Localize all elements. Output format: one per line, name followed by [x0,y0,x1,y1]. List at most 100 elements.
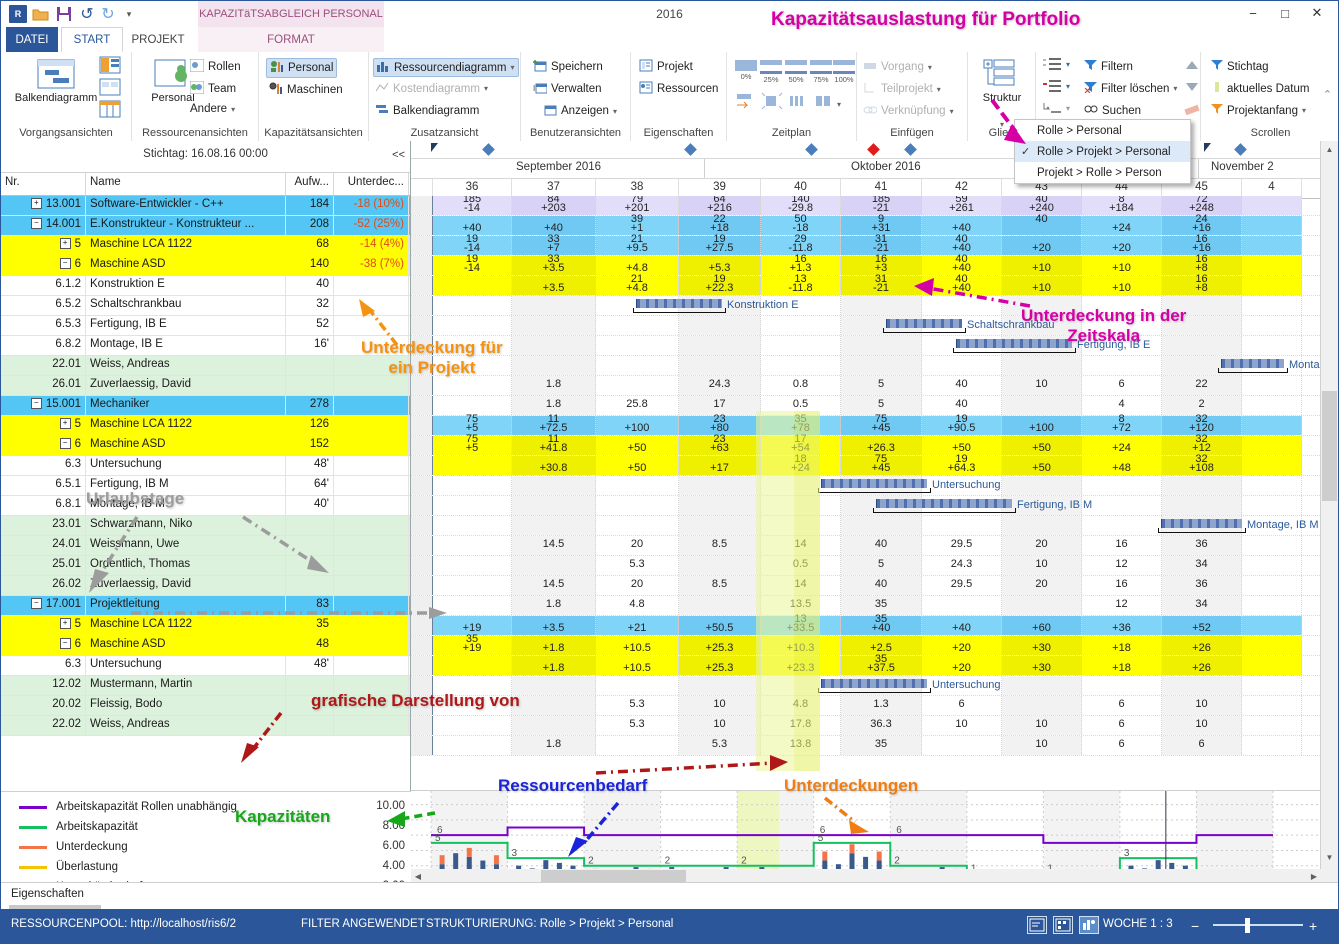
grid-cell[interactable]: 29.5 [922,576,1002,595]
grid-cell[interactable]: 35+40 [841,616,922,635]
grid-cell[interactable] [1242,716,1302,735]
grid-cell[interactable]: 8.5 [679,576,761,595]
expand-toggle-icon[interactable]: + [60,418,71,429]
grid-cell[interactable] [512,696,596,715]
table-row[interactable]: 26.01Zuverlaessig, David [1,376,410,396]
grid-cell[interactable] [761,496,841,515]
table-row[interactable]: +5Maschine LCA 1122126 [1,416,410,436]
grid-cell[interactable]: 8.5 [679,536,761,555]
grid-cell[interactable] [1162,676,1242,695]
grid-cell[interactable] [679,516,761,535]
grid-cell[interactable]: 35 [841,736,922,755]
grid-cell[interactable] [1002,676,1082,695]
grid-cell[interactable]: 0.8 [761,376,841,395]
grid-cell[interactable] [596,496,679,515]
grid-cell[interactable] [411,256,433,275]
grid-cell[interactable]: 19+64.3 [922,456,1002,475]
grid-cell[interactable]: 19+22.3 [679,276,761,295]
grid-row[interactable]: 1.824.30.854010622 [411,376,1338,396]
grid-cell[interactable]: 36 [1162,536,1242,555]
grid-cell[interactable] [761,516,841,535]
grid-cell[interactable] [679,336,761,355]
gantt-bar[interactable] [636,299,722,308]
grid-cell[interactable] [922,736,1002,755]
grid-cell[interactable] [1242,556,1302,575]
grid-cell[interactable] [411,656,433,675]
grid-cell[interactable] [679,556,761,575]
expand-toggle-icon[interactable]: − [31,218,42,229]
grid-cell[interactable] [1002,696,1082,715]
grid-cell[interactable] [411,576,433,595]
grid-cell[interactable]: +20 [1082,236,1162,255]
grid-cell[interactable] [1002,396,1082,415]
grid-cell[interactable]: 1.3 [841,696,922,715]
grid-cell[interactable] [433,496,512,515]
grid-cell[interactable]: +100 [596,416,679,435]
grid-row[interactable]: +3.521+4.819+22.313-11.831-2140+40+10+10… [411,276,1338,296]
grid-cell[interactable] [1242,256,1302,275]
grid-cell[interactable] [1082,476,1162,495]
scrollbar-thumb[interactable] [1322,391,1337,501]
grid-cell[interactable]: +60 [1002,616,1082,635]
table-row[interactable]: −6Maschine ASD152 [1,436,410,456]
column-header-name[interactable]: Name [86,173,286,195]
grid-cell[interactable]: 16 [1082,576,1162,595]
grid-cell[interactable]: 5.3 [596,716,679,735]
grid-cell[interactable]: +3.5 [512,616,596,635]
grid-cell[interactable] [433,376,512,395]
grid-cell[interactable] [761,336,841,355]
properties-label[interactable]: Eigenschaften [11,888,84,900]
expand-toggle-icon[interactable]: − [31,398,42,409]
indent-increase-icon[interactable] [1041,57,1063,75]
grid-cell[interactable]: 36 [1162,576,1242,595]
grid-cell[interactable] [1242,396,1302,415]
grid-cell[interactable]: +3.5 [512,276,596,295]
grid-cell[interactable]: 23+63 [679,436,761,455]
grid-cell[interactable] [433,576,512,595]
grid-cell[interactable]: +1.8 [512,656,596,675]
grid-cell[interactable] [1242,696,1302,715]
hscrollbar-thumb[interactable] [541,870,686,882]
grid-cell[interactable] [411,636,433,655]
grid-cell[interactable] [596,356,679,375]
grid-cell[interactable]: +50 [1002,436,1082,455]
table-row[interactable]: 6.5.2Schaltschrankbau32 [1,296,410,316]
projektanfang-button[interactable]: Projektanfang ▾ [1211,103,1306,118]
chevron-down-icon[interactable]: ▾ [1066,60,1070,69]
suchen-button[interactable]: Suchen [1084,103,1141,118]
grid-cell[interactable] [1242,236,1302,255]
tab-format[interactable]: FORMAT [198,27,384,52]
grid-cell[interactable]: 20 [1002,536,1082,555]
grid-row[interactable]: Montage, IB M [411,516,1338,536]
grid-cell[interactable]: +10 [1082,256,1162,275]
grid-cell[interactable]: +26 [1162,656,1242,675]
grid-cell[interactable]: 6 [1082,736,1162,755]
zoom-slider[interactable] [1213,924,1303,926]
view-variant-3-icon[interactable] [99,100,121,118]
table-row[interactable]: −6Maschine ASD140-38 (7%) [1,256,410,276]
grid-cell[interactable] [411,376,433,395]
grid-cell[interactable]: 20 [596,536,679,555]
grid-row[interactable]: 14.5208.5144029.5201636 [411,576,1338,596]
grid-cell[interactable] [411,736,433,755]
grid-cell[interactable] [433,476,512,495]
grid-cell[interactable]: 75+5 [433,436,512,455]
table-row[interactable]: −14.001E.Konstrukteur - Konstrukteur ...… [1,216,410,236]
grid-cell[interactable] [512,716,596,735]
grid-cell[interactable] [433,556,512,575]
zoom-50-button[interactable]: 50% [783,60,809,84]
grid-cell[interactable] [411,216,433,235]
anzeigen-dropdown[interactable]: Anzeigen ▾ [543,103,617,119]
grid-cell[interactable] [1242,316,1302,335]
grid-cell[interactable]: +25.3 [679,636,761,655]
column-header-unterdeckung[interactable]: Unterdec... [334,173,409,195]
grid-cell[interactable]: 10 [1002,716,1082,735]
table-row[interactable]: 6.3Untersuchung48' [1,456,410,476]
grid-cell[interactable] [679,316,761,335]
dropdown-item-projekt-rolle-person[interactable]: Projekt > Rolle > Person [1015,162,1190,183]
grid-cell[interactable] [1162,496,1242,515]
grid-cell[interactable]: 5 [841,376,922,395]
grid-cell[interactable]: 10 [1002,376,1082,395]
grid-cell[interactable] [1242,456,1302,475]
team-button[interactable]: Team [190,81,236,97]
